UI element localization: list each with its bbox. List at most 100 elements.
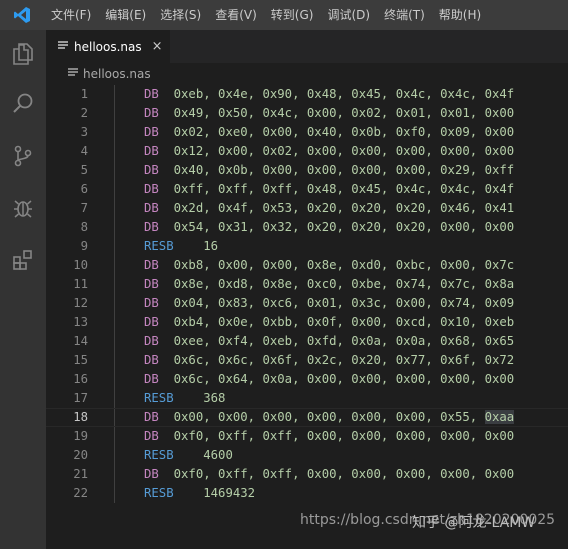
code-text: DB 0xff, 0xff, 0xff, 0x48, 0x45, 0x4c, 0… bbox=[144, 180, 514, 199]
code-line[interactable]: 8 DB 0x54, 0x31, 0x32, 0x20, 0x20, 0x20, … bbox=[46, 218, 568, 237]
tab-bar: helloos.nas × bbox=[46, 30, 568, 63]
operands: 0x40, 0x0b, 0x00, 0x00, 0x00, 0x00, 0x29… bbox=[173, 163, 515, 177]
code-line[interactable]: 20 RESB 4600 bbox=[46, 446, 568, 465]
keyword: DB bbox=[144, 144, 159, 158]
code-line[interactable]: 6 DB 0xff, 0xff, 0xff, 0x48, 0x45, 0x4c, … bbox=[46, 180, 568, 199]
operands: 0xb8, 0x00, 0x00, 0x8e, 0xd0, 0xbc, 0x00… bbox=[173, 258, 515, 272]
code-text: RESB 4600 bbox=[144, 446, 233, 465]
keyword: DB bbox=[144, 296, 159, 310]
menu-item[interactable]: 帮助(H) bbox=[432, 0, 488, 30]
code-text: DB 0x00, 0x00, 0x00, 0x00, 0x00, 0x00, 0… bbox=[144, 409, 515, 426]
line-number: 15 bbox=[73, 353, 88, 367]
keyword: DB bbox=[144, 277, 159, 291]
operands: 0x54, 0x31, 0x32, 0x20, 0x20, 0x20, 0x00… bbox=[173, 220, 515, 234]
code-line[interactable]: 7 DB 0x2d, 0x4f, 0x53, 0x20, 0x20, 0x20, … bbox=[46, 199, 568, 218]
keyword: DB bbox=[144, 220, 159, 234]
code-text: RESB 1469432 bbox=[144, 484, 255, 503]
debug-icon[interactable] bbox=[0, 188, 46, 228]
code-line[interactable]: 3 DB 0x02, 0xe0, 0x00, 0x40, 0x0b, 0xf0, … bbox=[46, 123, 568, 142]
keyword: DB bbox=[144, 372, 159, 386]
activity-bar bbox=[0, 30, 46, 549]
code-text: DB 0x49, 0x50, 0x4c, 0x00, 0x02, 0x01, 0… bbox=[144, 104, 514, 123]
watermark-author: 知乎 @阿龙-LAMW bbox=[412, 515, 536, 531]
search-icon[interactable] bbox=[0, 84, 46, 124]
line-number: 3 bbox=[80, 125, 88, 139]
tab-label: helloos.nas bbox=[74, 39, 142, 54]
operands: 0xb4, 0x0e, 0xbb, 0x0f, 0x00, 0xcd, 0x10… bbox=[173, 315, 515, 329]
code-line[interactable]: 12 DB 0x04, 0x83, 0xc6, 0x01, 0x3c, 0x00,… bbox=[46, 294, 568, 313]
code-editor[interactable]: 1 DB 0xeb, 0x4e, 0x90, 0x48, 0x45, 0x4c, … bbox=[46, 85, 568, 549]
line-number: 13 bbox=[73, 315, 88, 329]
code-line[interactable]: 22 RESB 1469432 bbox=[46, 484, 568, 503]
line-number: 5 bbox=[80, 163, 88, 177]
line-number: 1 bbox=[80, 87, 88, 101]
tab-helloos-nas[interactable]: helloos.nas × bbox=[46, 30, 170, 63]
operands: 1469432 bbox=[203, 486, 256, 500]
line-number: 4 bbox=[80, 144, 88, 158]
code-text: DB 0x8e, 0xd8, 0x8e, 0xc0, 0xbe, 0x74, 0… bbox=[144, 275, 514, 294]
menu-item[interactable]: 编辑(E) bbox=[98, 0, 153, 30]
keyword: RESB bbox=[144, 239, 174, 253]
line-number: 11 bbox=[73, 277, 88, 291]
code-line[interactable]: 18 DB 0x00, 0x00, 0x00, 0x00, 0x00, 0x00,… bbox=[46, 408, 568, 427]
selection-highlight: 0xaa bbox=[484, 410, 515, 424]
code-text: DB 0xb4, 0x0e, 0xbb, 0x0f, 0x00, 0xcd, 0… bbox=[144, 313, 514, 332]
code-line[interactable]: 4 DB 0x12, 0x00, 0x02, 0x00, 0x00, 0x00, … bbox=[46, 142, 568, 161]
line-number: 20 bbox=[73, 448, 88, 462]
code-line[interactable]: 17 RESB 368 bbox=[46, 389, 568, 408]
line-number: 16 bbox=[73, 372, 88, 386]
code-line[interactable]: 9 RESB 16 bbox=[46, 237, 568, 256]
operands: 0x00, 0x00, 0x00, 0x00, 0x00, 0x00, 0x55… bbox=[173, 410, 485, 424]
code-line[interactable]: 16 DB 0x6c, 0x64, 0x0a, 0x00, 0x00, 0x00,… bbox=[46, 370, 568, 389]
keyword: RESB bbox=[144, 448, 174, 462]
keyword: DB bbox=[144, 87, 159, 101]
menu-item[interactable]: 转到(G) bbox=[264, 0, 321, 30]
operands: 368 bbox=[203, 391, 226, 405]
menu-item[interactable]: 选择(S) bbox=[153, 0, 208, 30]
menu-item[interactable]: 终端(T) bbox=[377, 0, 432, 30]
keyword: DB bbox=[144, 182, 159, 196]
keyword: DB bbox=[144, 106, 159, 120]
extensions-icon[interactable] bbox=[0, 240, 46, 280]
explorer-icon[interactable] bbox=[0, 34, 46, 74]
breadcrumb-file: helloos.nas bbox=[83, 67, 151, 81]
code-line[interactable]: 19 DB 0xf0, 0xff, 0xff, 0x00, 0x00, 0x00,… bbox=[46, 427, 568, 446]
code-line[interactable]: 21 DB 0xf0, 0xff, 0xff, 0x00, 0x00, 0x00,… bbox=[46, 465, 568, 484]
line-number: 18 bbox=[73, 410, 88, 424]
line-number: 21 bbox=[73, 467, 88, 481]
menu-item[interactable]: 调试(D) bbox=[320, 0, 377, 30]
close-icon[interactable]: × bbox=[152, 39, 163, 54]
code-line[interactable]: 11 DB 0x8e, 0xd8, 0x8e, 0xc0, 0xbe, 0x74,… bbox=[46, 275, 568, 294]
code-text: DB 0x54, 0x31, 0x32, 0x20, 0x20, 0x20, 0… bbox=[144, 218, 514, 237]
code-line[interactable]: 15 DB 0x6c, 0x6c, 0x6f, 0x2c, 0x20, 0x77,… bbox=[46, 351, 568, 370]
code-line[interactable]: 10 DB 0xb8, 0x00, 0x00, 0x8e, 0xd0, 0xbc,… bbox=[46, 256, 568, 275]
keyword: DB bbox=[144, 315, 159, 329]
code-line[interactable]: 1 DB 0xeb, 0x4e, 0x90, 0x48, 0x45, 0x4c, … bbox=[46, 85, 568, 104]
code-text: DB 0xf0, 0xff, 0xff, 0x00, 0x00, 0x00, 0… bbox=[144, 465, 514, 484]
line-number: 22 bbox=[73, 486, 88, 500]
operands: 0xeb, 0x4e, 0x90, 0x48, 0x45, 0x4c, 0x4c… bbox=[173, 87, 515, 101]
menu-item[interactable]: 文件(F) bbox=[44, 0, 98, 30]
code-text: RESB 368 bbox=[144, 389, 225, 408]
breadcrumb[interactable]: helloos.nas bbox=[46, 63, 568, 85]
operands: 4600 bbox=[203, 448, 233, 462]
code-text: DB 0x6c, 0x6c, 0x6f, 0x2c, 0x20, 0x77, 0… bbox=[144, 351, 514, 370]
menu-item[interactable]: 查看(V) bbox=[208, 0, 264, 30]
code-text: DB 0x02, 0xe0, 0x00, 0x40, 0x0b, 0xf0, 0… bbox=[144, 123, 514, 142]
code-text: DB 0x12, 0x00, 0x02, 0x00, 0x00, 0x00, 0… bbox=[144, 142, 514, 161]
keyword: DB bbox=[144, 410, 159, 424]
source-control-icon[interactable] bbox=[0, 136, 46, 176]
code-line[interactable]: 5 DB 0x40, 0x0b, 0x00, 0x00, 0x00, 0x00, … bbox=[46, 161, 568, 180]
line-number: 12 bbox=[73, 296, 88, 310]
code-line[interactable]: 2 DB 0x49, 0x50, 0x4c, 0x00, 0x02, 0x01, … bbox=[46, 104, 568, 123]
code-line[interactable]: 13 DB 0xb4, 0x0e, 0xbb, 0x0f, 0x00, 0xcd,… bbox=[46, 313, 568, 332]
code-text: DB 0x40, 0x0b, 0x00, 0x00, 0x00, 0x00, 0… bbox=[144, 161, 514, 180]
operands: 0xf0, 0xff, 0xff, 0x00, 0x00, 0x00, 0x00… bbox=[173, 467, 515, 481]
code-text: DB 0xeb, 0x4e, 0x90, 0x48, 0x45, 0x4c, 0… bbox=[144, 85, 514, 104]
operands: 0x49, 0x50, 0x4c, 0x00, 0x02, 0x01, 0x01… bbox=[173, 106, 515, 120]
code-line[interactable]: 14 DB 0xee, 0xf4, 0xeb, 0xfd, 0x0a, 0x0a,… bbox=[46, 332, 568, 351]
operands: 0x6c, 0x6c, 0x6f, 0x2c, 0x20, 0x77, 0x6f… bbox=[173, 353, 515, 367]
keyword: DB bbox=[144, 429, 159, 443]
keyword: DB bbox=[144, 163, 159, 177]
operands: 0xff, 0xff, 0xff, 0x48, 0x45, 0x4c, 0x4c… bbox=[173, 182, 515, 196]
